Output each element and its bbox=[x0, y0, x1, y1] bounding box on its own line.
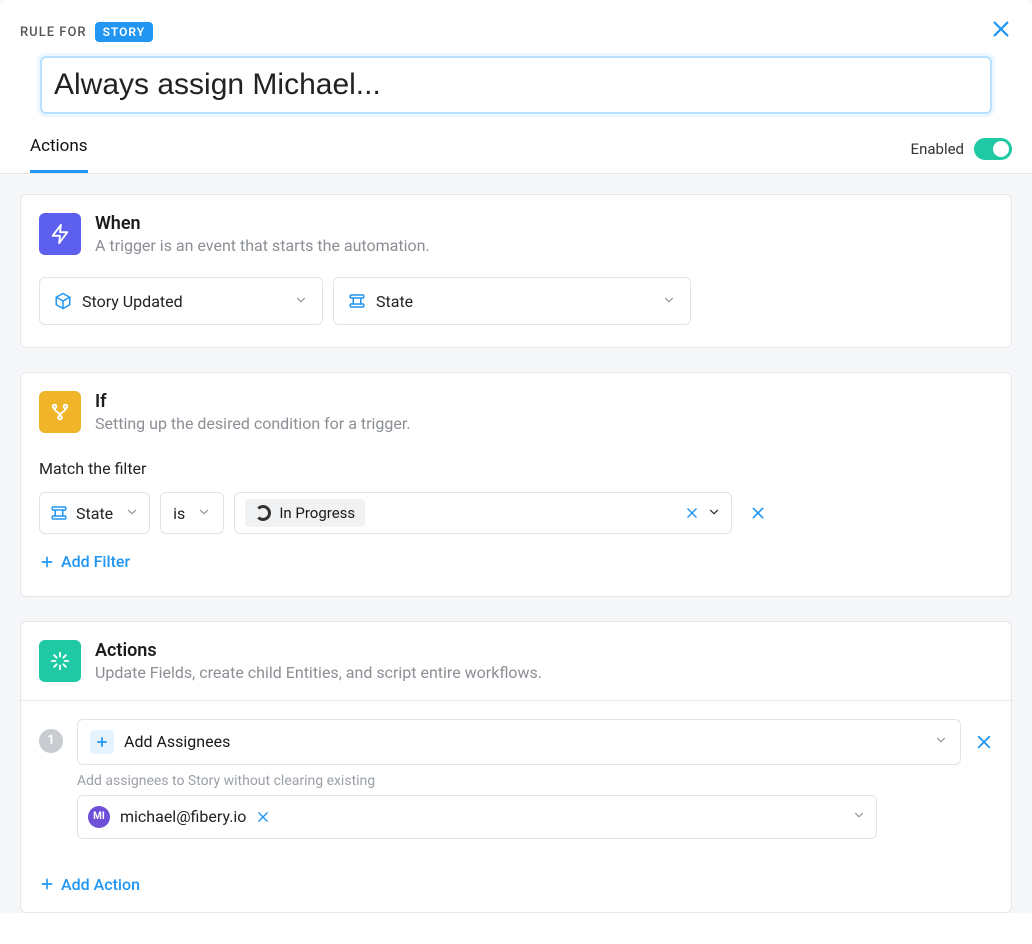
chevron-down-icon bbox=[125, 504, 139, 523]
lightning-icon bbox=[39, 213, 81, 255]
cube-icon bbox=[54, 292, 72, 310]
if-card: If Setting up the desired condition for … bbox=[20, 372, 1012, 597]
trigger-field-select[interactable]: State bbox=[333, 277, 691, 325]
avatar: MI bbox=[88, 806, 110, 828]
when-desc: A trigger is an event that starts the au… bbox=[95, 236, 430, 255]
chevron-down-icon bbox=[934, 732, 948, 751]
chevron-down-icon bbox=[197, 504, 211, 523]
add-filter-button[interactable]: Add Filter bbox=[39, 552, 130, 571]
add-action-button[interactable]: Add Action bbox=[39, 875, 140, 894]
when-card: When A trigger is an event that starts t… bbox=[20, 194, 1012, 348]
chevron-down-icon bbox=[662, 292, 676, 311]
rule-title-input[interactable] bbox=[54, 68, 978, 102]
remove-action-icon[interactable] bbox=[975, 733, 993, 751]
filter-field-select[interactable]: State bbox=[39, 492, 150, 534]
step-number-badge: 1 bbox=[39, 729, 63, 753]
trigger-entity-label: Story Updated bbox=[82, 292, 183, 311]
progress-circle-icon bbox=[255, 505, 271, 521]
add-action-label: Add Action bbox=[61, 875, 140, 894]
rule-editor-modal: RULE FOR STORY Actions Enabled W bbox=[0, 0, 1032, 944]
action-type-select[interactable]: Add Assignees bbox=[77, 719, 961, 765]
match-filter-label: Match the filter bbox=[39, 459, 993, 478]
if-desc: Setting up the desired condition for a t… bbox=[95, 414, 411, 433]
add-filter-label: Add Filter bbox=[61, 552, 130, 571]
plus-icon bbox=[90, 730, 114, 754]
toggle-knob bbox=[993, 141, 1009, 157]
actions-card: Actions Update Fields, create child Enti… bbox=[20, 621, 1012, 913]
state-icon bbox=[50, 504, 68, 522]
remove-assignee-icon[interactable] bbox=[256, 810, 270, 824]
chevron-down-icon bbox=[852, 807, 866, 826]
assignee-select[interactable]: MI michael@fibery.io bbox=[77, 795, 877, 839]
rule-title-field[interactable] bbox=[40, 56, 992, 114]
filter-value-text: In Progress bbox=[279, 504, 355, 522]
assignee-value: michael@fibery.io bbox=[120, 807, 246, 826]
if-title: If bbox=[95, 391, 411, 412]
tab-actions[interactable]: Actions bbox=[30, 136, 88, 173]
assignee-hint: Add assignees to Story without clearing … bbox=[77, 773, 993, 789]
sparkle-icon bbox=[39, 640, 81, 682]
filter-value-select[interactable]: In Progress bbox=[234, 492, 732, 534]
action-type-label: Add Assignees bbox=[124, 732, 230, 751]
filter-field-label: State bbox=[76, 504, 113, 523]
remove-filter-icon[interactable] bbox=[750, 505, 766, 521]
close-icon[interactable] bbox=[990, 18, 1012, 40]
clear-value-icon[interactable] bbox=[685, 506, 699, 520]
filter-operator-select[interactable]: is bbox=[160, 492, 224, 534]
chevron-down-icon bbox=[707, 504, 721, 523]
trigger-field-label: State bbox=[376, 292, 413, 311]
enabled-label: Enabled bbox=[911, 140, 964, 158]
when-title: When bbox=[95, 213, 430, 234]
actions-desc: Update Fields, create child Entities, an… bbox=[95, 663, 542, 682]
state-icon bbox=[348, 292, 366, 310]
enabled-toggle[interactable] bbox=[974, 138, 1012, 160]
rule-for-text: RULE FOR bbox=[20, 25, 87, 40]
branch-icon bbox=[39, 391, 81, 433]
filter-value-chip: In Progress bbox=[245, 499, 365, 527]
rule-for-label: RULE FOR STORY bbox=[20, 22, 1012, 42]
actions-title: Actions bbox=[95, 640, 542, 661]
trigger-entity-select[interactable]: Story Updated bbox=[39, 277, 323, 325]
filter-operator-label: is bbox=[173, 504, 185, 523]
entity-type-badge: STORY bbox=[95, 22, 154, 42]
chevron-down-icon bbox=[294, 292, 308, 311]
